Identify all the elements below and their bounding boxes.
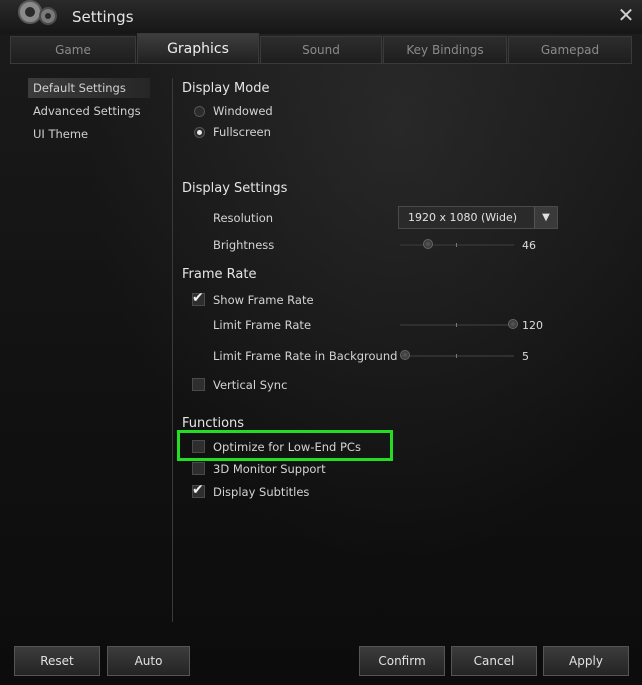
resolution-dropdown[interactable]: 1920 x 1080 (Wide) ▼ xyxy=(398,206,558,229)
confirm-button[interactable]: Confirm xyxy=(359,646,445,676)
fullscreen-radio[interactable] xyxy=(194,127,205,138)
highlight-box xyxy=(177,430,393,461)
brightness-value: 46 xyxy=(522,239,536,252)
slider-midpoint xyxy=(456,243,457,247)
tab-game[interactable]: Game xyxy=(10,36,136,63)
functions-heading: Functions xyxy=(182,416,245,431)
sidebar-item-ui-theme[interactable]: UI Theme xyxy=(28,124,150,144)
sidebar-item-default-settings[interactable]: Default Settings xyxy=(28,78,150,98)
tab-graphics[interactable]: Graphics xyxy=(137,33,259,63)
brightness-slider[interactable] xyxy=(400,239,514,249)
fullscreen-label: Fullscreen xyxy=(213,125,271,139)
close-icon[interactable]: ✕ xyxy=(615,4,637,26)
resolution-label: Resolution xyxy=(213,211,274,225)
brightness-label: Brightness xyxy=(213,238,275,252)
cancel-button[interactable]: Cancel xyxy=(451,646,537,676)
settings-window: Settings ✕ Game Graphics Sound Key Bindi… xyxy=(0,0,642,685)
auto-button[interactable]: Auto xyxy=(107,646,190,676)
vertical-sync-checkbox[interactable] xyxy=(192,378,205,391)
slider-handle[interactable] xyxy=(423,239,433,249)
tab-gamepad[interactable]: Gamepad xyxy=(508,36,632,63)
sidebar-item-advanced-settings[interactable]: Advanced Settings xyxy=(28,101,150,121)
windowed-radio[interactable] xyxy=(194,106,205,117)
limit-frame-rate-background-slider[interactable] xyxy=(400,350,514,360)
apply-button[interactable]: Apply xyxy=(543,646,629,676)
limit-frame-rate-slider[interactable] xyxy=(400,319,518,329)
tab-bar: Game Graphics Sound Key Bindings Gamepad xyxy=(10,33,632,64)
reset-button[interactable]: Reset xyxy=(14,646,100,676)
chevron-down-icon: ▼ xyxy=(534,207,557,228)
slider-midpoint xyxy=(456,354,457,358)
checkmark-icon: ✔ xyxy=(192,482,204,498)
frame-rate-heading: Frame Rate xyxy=(182,267,257,282)
windowed-label: Windowed xyxy=(213,104,273,118)
tab-sound[interactable]: Sound xyxy=(260,36,382,63)
show-frame-rate-label: Show Frame Rate xyxy=(213,293,314,307)
title-bar: Settings ✕ xyxy=(0,0,642,34)
show-frame-rate-checkbox[interactable]: ✔ xyxy=(192,290,205,306)
display-mode-heading: Display Mode xyxy=(182,81,270,96)
slider-handle[interactable] xyxy=(400,350,410,360)
limit-frame-rate-label: Limit Frame Rate xyxy=(213,318,312,332)
tab-key-bindings[interactable]: Key Bindings xyxy=(383,36,507,63)
checkmark-icon: ✔ xyxy=(192,290,204,306)
display-subtitles-label: Display Subtitles xyxy=(213,485,310,499)
slider-handle[interactable] xyxy=(508,319,518,329)
limit-frame-rate-value: 120 xyxy=(522,319,543,332)
limit-frame-rate-background-value: 5 xyxy=(522,350,529,363)
resolution-value: 1920 x 1080 (Wide) xyxy=(408,211,518,224)
limit-frame-rate-background-label: Limit Frame Rate in Background xyxy=(213,349,398,363)
window-title: Settings xyxy=(72,8,134,26)
display-subtitles-checkbox[interactable]: ✔ xyxy=(192,482,205,498)
3d-monitor-support-label: 3D Monitor Support xyxy=(213,462,326,476)
display-settings-heading: Display Settings xyxy=(182,181,288,196)
tab-divider xyxy=(10,63,632,64)
gear-icon xyxy=(18,0,57,25)
sidebar-divider xyxy=(172,78,173,622)
3d-monitor-support-checkbox[interactable] xyxy=(192,462,205,475)
button-bar: Reset Auto Confirm Cancel Apply xyxy=(0,636,642,685)
slider-midpoint xyxy=(456,323,457,327)
vertical-sync-label: Vertical Sync xyxy=(213,378,288,392)
